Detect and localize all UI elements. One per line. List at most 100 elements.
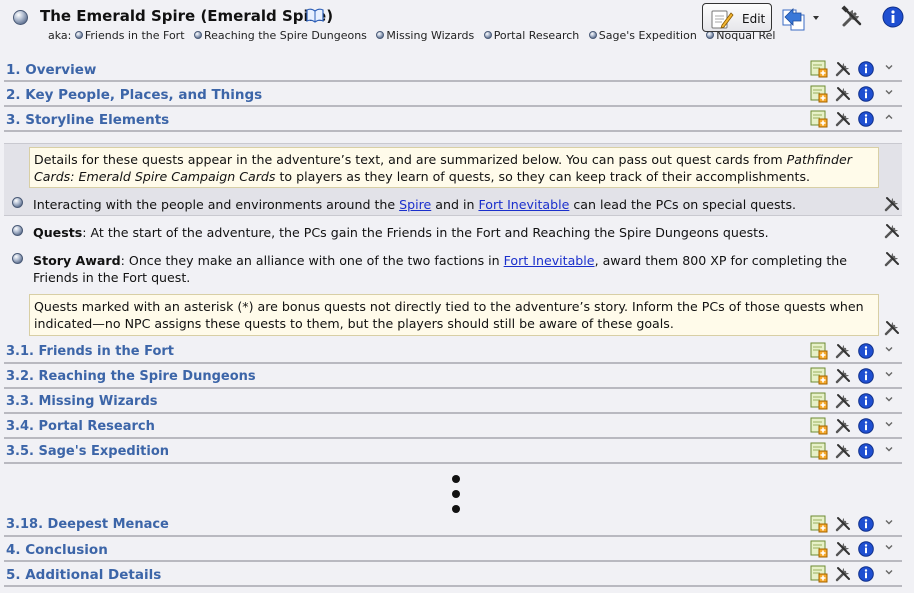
section-conclusion[interactable]: 4. Conclusion [4,539,902,562]
info-icon[interactable] [858,368,874,388]
orb-icon [376,31,385,39]
add-section-icon[interactable] [810,85,828,107]
tools-icon[interactable] [883,250,901,272]
tools-icon[interactable] [834,342,852,364]
tools-icon[interactable] [834,367,852,389]
bonus-quests-callout: Quests marked with an asterisk (*) are b… [29,294,879,336]
tools-icon[interactable] [883,222,901,244]
orb-icon [74,31,83,39]
add-section-icon[interactable] [810,540,828,562]
info-icon[interactable] [858,418,874,438]
section-title[interactable]: 3. Storyline Elements [6,112,169,128]
section-tools [810,60,902,80]
add-section-icon[interactable] [810,392,828,414]
section-title[interactable]: 3.5. Sage's Expedition [6,444,169,459]
info-icon[interactable] [858,516,874,536]
add-section-icon[interactable] [810,367,828,389]
section-title[interactable]: 3.2. Reaching the Spire Dungeons [6,369,256,384]
section-title[interactable]: 1. Overview [6,62,96,78]
tools-icon[interactable] [834,540,852,562]
info-icon[interactable] [858,443,874,463]
section-deepest-menace[interactable]: 3.18. Deepest Menace [4,514,902,537]
chevron-down-icon[interactable] [884,394,894,407]
tools-icon[interactable] [834,417,852,439]
bullet-orb-icon [12,253,23,264]
section-title[interactable]: 3.3. Missing Wizards [6,394,158,409]
add-section-icon[interactable] [810,110,828,132]
section-title[interactable]: 5. Additional Details [6,567,161,583]
add-section-icon[interactable] [810,342,828,364]
info-icon[interactable] [858,393,874,413]
aka-item: Reaching the Spire Dungeons [194,29,367,42]
section-key-people[interactable]: 2. Key People, Places, and Things [4,84,902,107]
chevron-down-icon[interactable] [884,369,894,382]
topic-orb-icon [13,10,28,25]
section-friends-in-the-fort[interactable]: 3.1. Friends in the Fort [4,341,902,364]
info-icon[interactable] [858,61,874,81]
section-tools [810,342,902,362]
chevron-down-icon[interactable] [884,517,894,530]
list-item: Quests: At the start of the adventure, t… [12,224,882,242]
orb-icon [588,31,597,39]
chevron-down-icon[interactable] [884,419,894,432]
fort-inevitable-link[interactable]: Fort Inevitable [504,253,595,268]
chevron-down-icon[interactable] [884,444,894,457]
info-icon[interactable] [858,343,874,363]
add-section-icon[interactable] [810,442,828,464]
section-title[interactable]: 4. Conclusion [6,542,108,558]
section-title[interactable]: 3.18. Deepest Menace [6,517,169,532]
chevron-down-icon[interactable] [884,542,894,555]
orb-icon [194,31,203,39]
tools-icon[interactable] [840,5,864,33]
section-reaching-the-spire-dungeons[interactable]: 3.2. Reaching the Spire Dungeons [4,366,902,389]
section-tools [810,85,902,105]
section-storyline[interactable]: 3. Storyline Elements [4,109,902,132]
section-overview[interactable]: 1. Overview [4,59,902,82]
tools-icon[interactable] [883,319,901,341]
book-icon[interactable] [306,8,324,27]
share-dropdown-button[interactable] [781,5,823,35]
edit-button[interactable]: Edit [702,3,772,32]
chevron-up-icon[interactable] [884,112,894,125]
section-tools [810,417,902,437]
tools-icon[interactable] [834,110,852,132]
info-icon[interactable] [858,541,874,561]
info-icon[interactable] [858,86,874,106]
bullet-orb-icon [12,225,23,236]
section-sages-expedition[interactable]: 3.5. Sage's Expedition [4,441,902,464]
section-title[interactable]: 3.1. Friends in the Fort [6,344,174,359]
tools-icon[interactable] [834,515,852,537]
add-section-icon[interactable] [810,417,828,439]
tools-icon[interactable] [834,442,852,464]
aka-label: aka: [48,29,72,42]
add-section-icon[interactable] [810,565,828,587]
section-additional-details[interactable]: 5. Additional Details [4,564,902,587]
tools-icon[interactable] [834,60,852,82]
section-tools [810,367,902,387]
section-tools [810,442,902,462]
tools-icon[interactable] [883,195,901,217]
add-section-icon[interactable] [810,515,828,537]
chevron-down-icon[interactable] [884,62,894,75]
section-title[interactable]: 2. Key People, Places, and Things [6,87,262,103]
info-icon[interactable] [882,6,904,32]
section-portal-research[interactable]: 3.4. Portal Research [4,416,902,439]
info-icon[interactable] [858,566,874,586]
section-title[interactable]: 3.4. Portal Research [6,419,155,434]
section-missing-wizards[interactable]: 3.3. Missing Wizards [4,391,902,414]
section-tools [810,565,902,585]
tools-icon[interactable] [834,392,852,414]
orb-icon [706,31,715,39]
fort-inevitable-link[interactable]: Fort Inevitable [478,197,569,212]
add-section-icon[interactable] [810,60,828,82]
section-tools [810,540,902,560]
tools-icon[interactable] [834,85,852,107]
tools-icon[interactable] [834,565,852,587]
info-icon[interactable] [858,111,874,131]
chevron-down-icon[interactable] [884,344,894,357]
spire-link[interactable]: Spire [399,197,431,212]
header: The Emerald Spire (Emerald Spire) aka: F… [0,0,914,56]
chevron-down-icon[interactable] [884,567,894,580]
aka-list: aka: Friends in the Fort Reaching the Sp… [48,29,781,42]
chevron-down-icon[interactable] [884,87,894,100]
